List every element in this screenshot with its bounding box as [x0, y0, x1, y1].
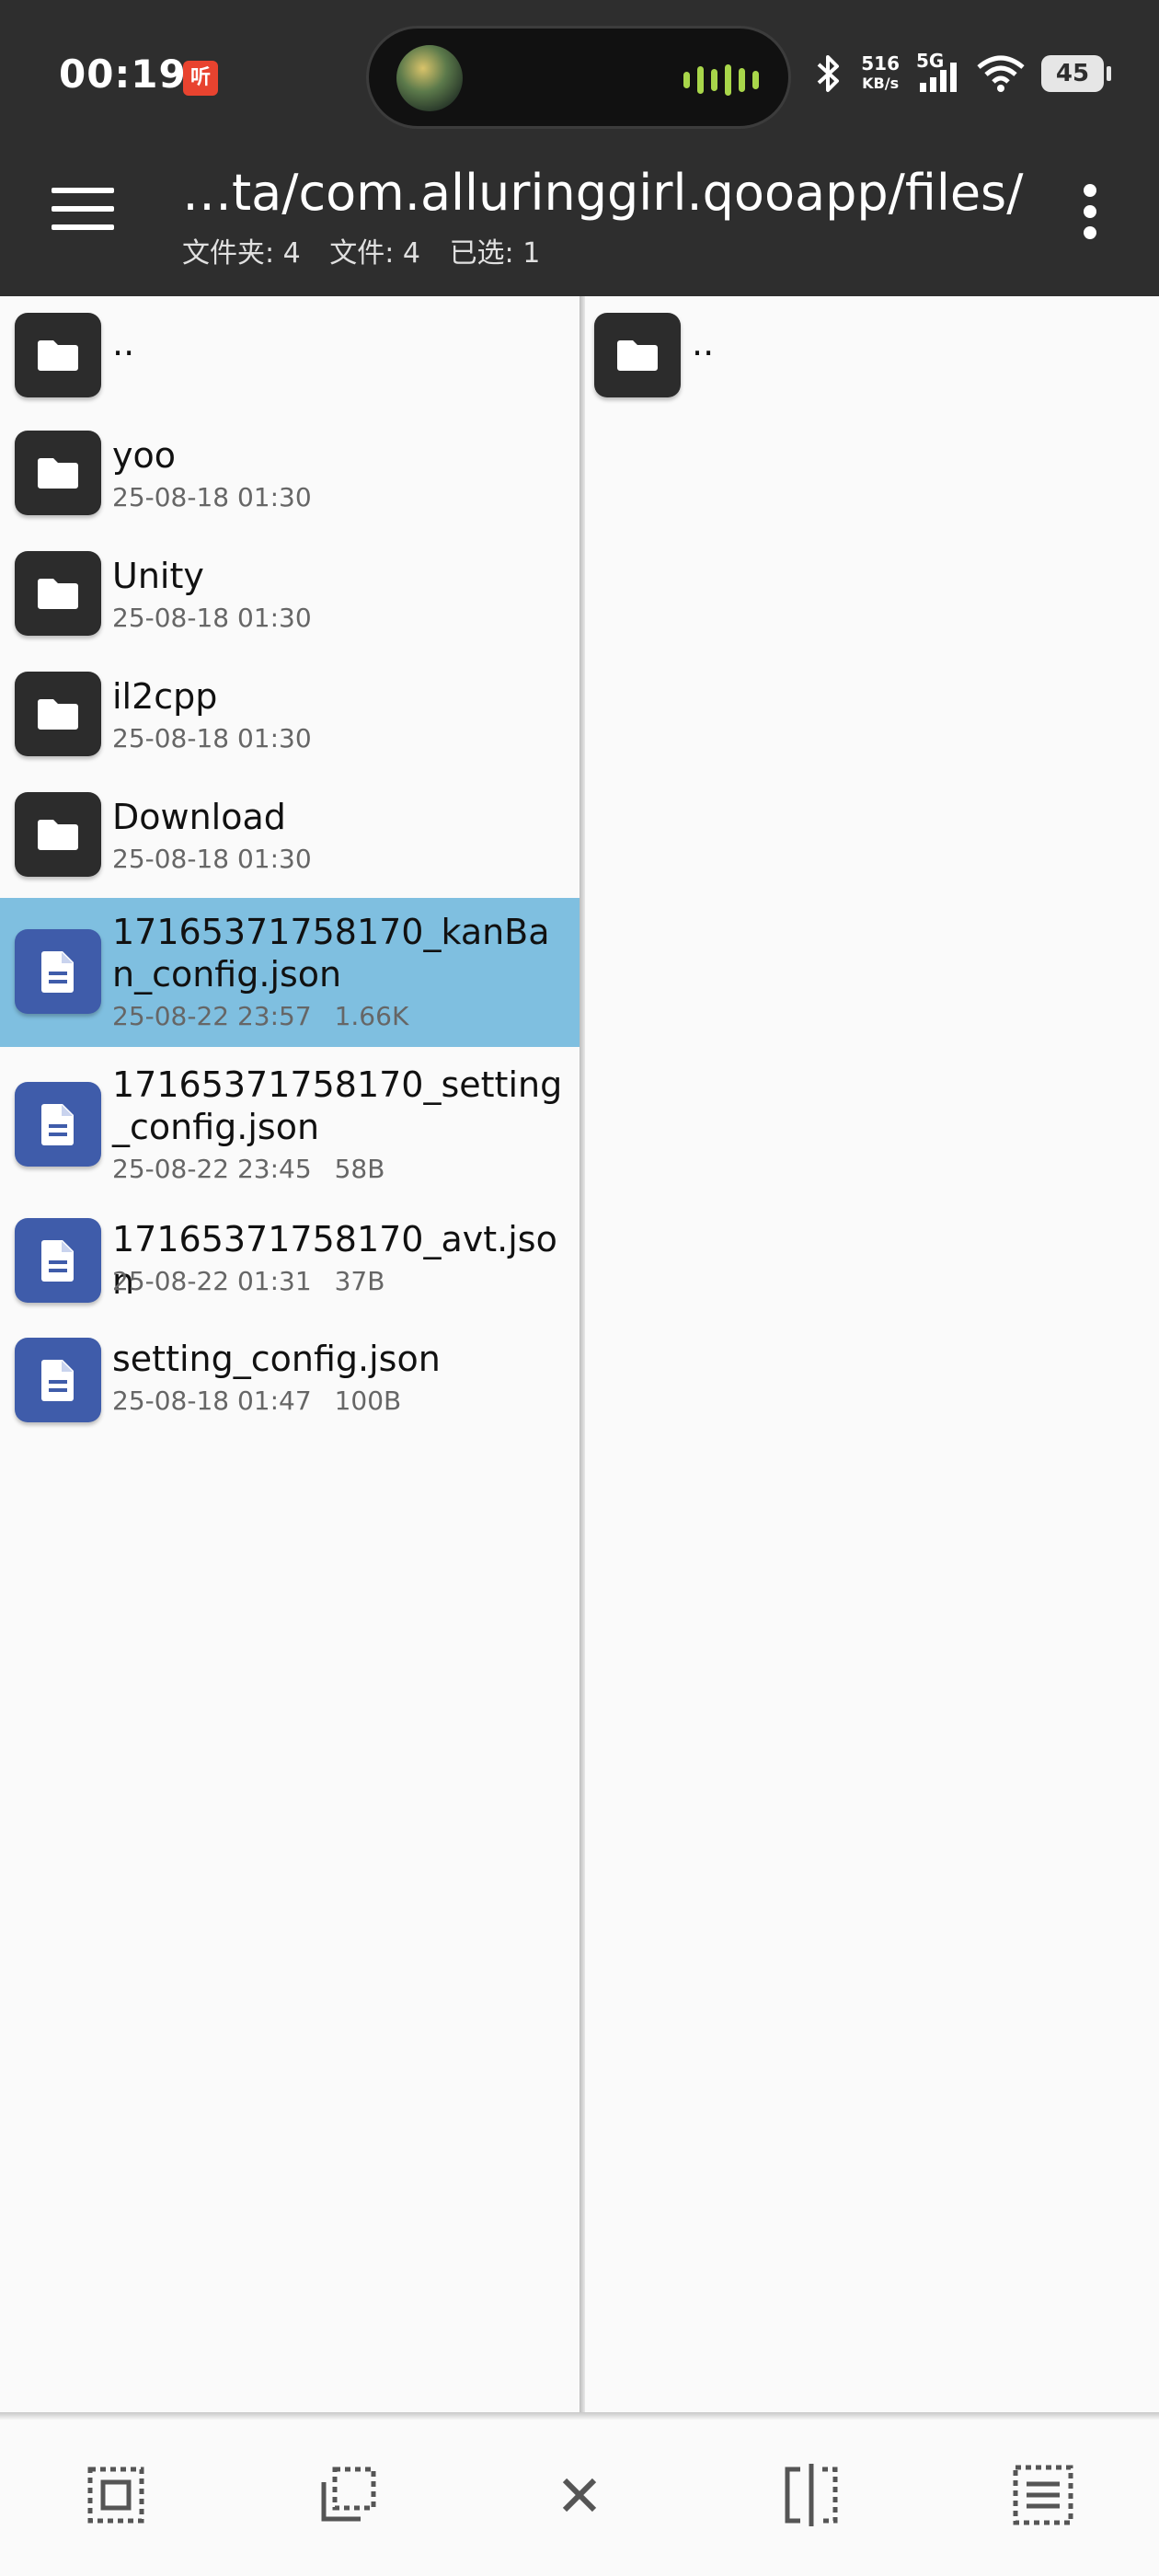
- folder-icon: [594, 313, 681, 397]
- split-view-icon[interactable]: [773, 2456, 850, 2534]
- file-date: 25-08-18 01:30: [112, 844, 312, 874]
- file-name: il2cpp: [112, 676, 218, 717]
- file-name: yoo: [112, 435, 176, 476]
- audio-wave-icon: [683, 62, 759, 98]
- list-item[interactable]: 17165371758170_setting_config.json 25-08…: [0, 1047, 580, 1200]
- file-count: 文件: 4: [329, 237, 421, 270]
- document-icon: [15, 1082, 101, 1167]
- hamburger-menu-icon[interactable]: [52, 188, 114, 236]
- folder-icon: [15, 313, 101, 397]
- list-item[interactable]: setting_config.json 25-08-18 01:47 100B: [0, 1319, 580, 1441]
- net-speed: 516 KB/s: [861, 52, 900, 92]
- toolbar-shadow: [0, 2412, 1159, 2420]
- file-meta: 25-08-18 01:30: [112, 723, 327, 753]
- folder-icon: [15, 431, 101, 515]
- file-date: 25-08-18 01:30: [112, 482, 312, 512]
- battery-indicator: 45: [1041, 55, 1111, 92]
- list-item[interactable]: yoo 25-08-18 01:30: [0, 412, 580, 533]
- file-name: 17165371758170_kanBan_config.json: [112, 912, 550, 995]
- folder-icon: [15, 551, 101, 636]
- file-meta: 25-08-22 23:45 58B: [112, 1154, 399, 1184]
- wifi-icon: [977, 55, 1025, 92]
- list-item[interactable]: Unity 25-08-18 01:30: [0, 533, 580, 653]
- media-artwork-icon: [396, 45, 463, 111]
- file-date: 25-08-22 23:45: [112, 1154, 312, 1184]
- file-meta: 25-08-22 01:31 37B: [112, 1266, 399, 1296]
- file-name: setting_config.json: [112, 1339, 441, 1379]
- file-size: 1.66K: [334, 1001, 409, 1031]
- file-name: Download: [112, 797, 286, 837]
- file-meta: 25-08-18 01:30: [112, 844, 327, 874]
- document-icon: [15, 1218, 101, 1303]
- file-meta: 25-08-18 01:30: [112, 603, 327, 633]
- file-date: 25-08-22 01:31: [112, 1266, 312, 1296]
- file-name: ..: [112, 323, 135, 363]
- document-icon: [15, 929, 101, 1014]
- file-size: 37B: [334, 1266, 385, 1296]
- list-item[interactable]: il2cpp 25-08-18 01:30: [0, 653, 580, 774]
- right-file-pane[interactable]: ..: [585, 296, 1159, 2418]
- file-meta: 25-08-22 23:57 1.66K: [112, 1001, 423, 1031]
- cell-signal-icon: 5G: [916, 50, 960, 94]
- bluetooth-icon: [817, 55, 840, 92]
- list-item-selected[interactable]: 17165371758170_kanBan_config.json 25-08-…: [0, 898, 580, 1047]
- select-all-icon[interactable]: [77, 2456, 155, 2534]
- folder-icon: [15, 672, 101, 756]
- file-name: Unity: [112, 556, 204, 596]
- folder-stats: 文件夹: 4 文件: 4 已选: 1: [182, 230, 560, 270]
- select-range-icon[interactable]: [309, 2456, 386, 2534]
- file-date: 25-08-18 01:30: [112, 603, 312, 633]
- close-icon[interactable]: [541, 2456, 618, 2534]
- file-date: 25-08-22 23:57: [112, 1001, 312, 1031]
- file-name: 17165371758170_setting_config.json: [112, 1064, 563, 1147]
- more-options-icon[interactable]: [1084, 184, 1102, 239]
- bottom-toolbar: [0, 2420, 1159, 2576]
- document-icon: [15, 1338, 101, 1422]
- current-path: …ta/com.alluringgirl.qooapp/files/: [182, 164, 1024, 222]
- dynamic-island[interactable]: [366, 26, 791, 129]
- list-item[interactable]: 17165371758170_avt.json 25-08-22 01:31 3…: [0, 1200, 580, 1319]
- file-meta: 25-08-18 01:30: [112, 482, 327, 512]
- ting-app-icon: 听: [183, 61, 218, 96]
- file-date: 25-08-18 01:30: [112, 723, 312, 753]
- folder-icon: [15, 792, 101, 877]
- status-time: 00:19: [59, 52, 187, 97]
- file-date: 25-08-18 01:47: [112, 1386, 312, 1416]
- folder-count: 文件夹: 4: [182, 237, 301, 270]
- list-item-parent-dir[interactable]: ..: [0, 296, 580, 412]
- list-item-parent-dir[interactable]: ..: [585, 296, 1159, 412]
- file-size: 100B: [334, 1386, 402, 1416]
- list-item[interactable]: Download 25-08-18 01:30: [0, 774, 580, 898]
- left-file-pane[interactable]: .. yoo 25-08-18 01:30 Unity 25-08-18 01:…: [0, 296, 580, 2418]
- list-select-icon[interactable]: [1004, 2456, 1082, 2534]
- selected-count: 已选: 1: [449, 237, 541, 270]
- top-app-bar: 00:19 听 516 KB/s 5G 45 …ta/com.alluringg…: [0, 0, 1159, 296]
- file-meta: 25-08-18 01:47 100B: [112, 1386, 416, 1416]
- status-icons: 516 KB/s 5G 45: [813, 50, 1111, 94]
- file-name: ..: [692, 323, 715, 363]
- file-size: 58B: [334, 1154, 385, 1184]
